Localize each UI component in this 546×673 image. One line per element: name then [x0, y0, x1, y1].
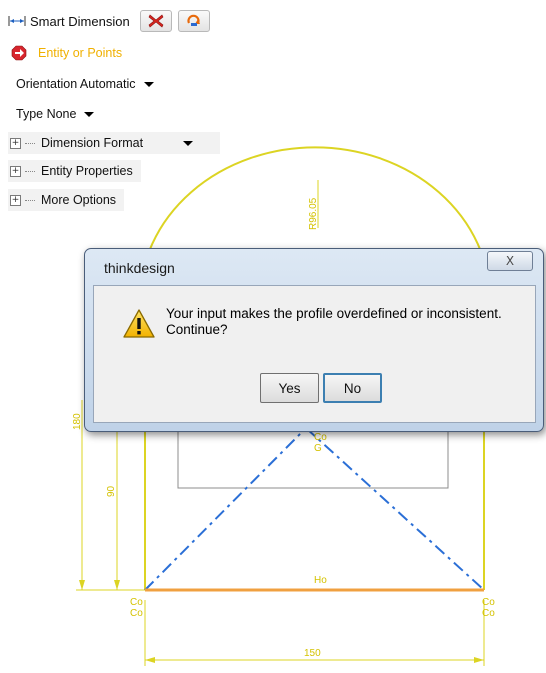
chevron-down-icon	[183, 140, 194, 146]
constraint-co-left-2: Co	[130, 608, 143, 619]
constraint-co-left-1: Co	[130, 597, 143, 608]
no-button[interactable]: No	[323, 373, 382, 403]
cancel-command-button[interactable]	[139, 10, 172, 32]
prompt-text: Entity or Points	[38, 46, 123, 60]
constraint-co-right-1: Co	[482, 597, 495, 608]
red-x-icon	[148, 14, 164, 28]
inner-height-dim-text: 90	[106, 485, 117, 497]
group-dimension-format[interactable]: + Dimension Format	[8, 132, 220, 154]
tree-connector	[25, 199, 35, 201]
tree-connector	[25, 170, 35, 172]
orange-arrow-icon	[187, 14, 200, 26]
group-label: Entity Properties	[41, 164, 133, 178]
prompt-row: Entity or Points	[8, 42, 122, 64]
width-dim-text: 150	[304, 648, 321, 659]
yes-button[interactable]: Yes	[260, 373, 319, 403]
ok-command-button[interactable]	[177, 10, 210, 32]
constraint-co-right-2: Co	[482, 608, 495, 619]
dialog-body: Your input makes the profile overdefined…	[93, 285, 536, 423]
radius-dim-text: R96.05	[308, 197, 319, 230]
confirm-dialog: thinkdesign X Your input makes the profi…	[84, 248, 544, 432]
construction-line-left	[144, 427, 307, 591]
dim-arrow-right	[474, 657, 484, 663]
orientation-label: Orientation Automatic	[16, 77, 136, 91]
group-label: Dimension Format	[41, 136, 144, 150]
no-button-label: No	[343, 380, 362, 396]
warning-icon	[122, 308, 156, 340]
expand-icon[interactable]: +	[10, 194, 21, 206]
height-dim-text: 180	[72, 413, 83, 430]
dialog-close-button[interactable]: X	[487, 251, 533, 271]
command-header: Smart Dimension	[8, 10, 210, 32]
chevron-down-icon	[84, 111, 95, 117]
type-label: Type None	[16, 107, 77, 121]
constraint-ho: Ho	[314, 575, 327, 586]
close-icon: X	[505, 254, 515, 268]
construction-line-right	[305, 427, 485, 591]
dim-arrow-left	[145, 657, 155, 663]
expand-icon[interactable]: +	[10, 137, 21, 149]
dimension-icon	[8, 14, 26, 28]
chevron-down-icon	[143, 81, 154, 87]
orientation-option[interactable]: Orientation Automatic	[8, 73, 154, 95]
red-stop-icon	[11, 45, 27, 61]
type-option[interactable]: Type None	[8, 103, 95, 125]
group-label: More Options	[41, 193, 117, 207]
group-entity-properties[interactable]: + Entity Properties	[8, 160, 141, 182]
tree-connector	[25, 142, 35, 144]
constraint-g-apex: G	[314, 443, 322, 454]
expand-icon[interactable]: +	[10, 165, 21, 177]
constraint-co-apex: Co	[314, 432, 327, 443]
group-more-options[interactable]: + More Options	[8, 189, 125, 211]
dim-arrow-inner	[114, 580, 120, 590]
yes-button-label: Yes	[278, 380, 301, 396]
dim-arrow-outer	[79, 580, 85, 590]
dialog-message: Your input makes the profile overdefined…	[166, 306, 502, 337]
command-title: Smart Dimension	[30, 13, 130, 29]
dialog-title: thinkdesign	[104, 260, 175, 276]
